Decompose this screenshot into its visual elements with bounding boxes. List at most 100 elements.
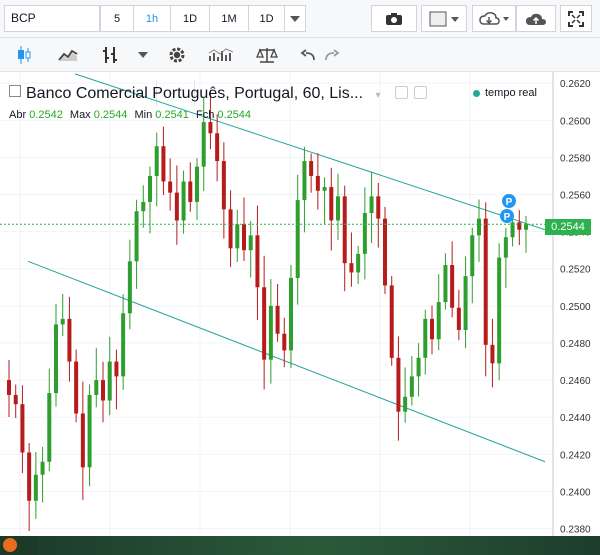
interval-1m[interactable]: 1M [209,5,249,32]
candle-down [114,361,119,377]
price-tick-label: 0.2420 [560,450,591,461]
high-label: Max [69,109,91,121]
price-tick-label: 0.2400 [560,487,591,498]
price-tick-label: 0.2380 [560,525,591,536]
candle-down [309,161,314,176]
candle-down [7,380,11,395]
compare-symbols-button[interactable] [250,41,284,69]
chevron-down-icon [290,15,300,22]
candle-up [40,461,45,475]
settings-icon[interactable] [414,86,428,99]
realtime-dot-icon [473,89,480,97]
symbol-input[interactable]: BCP [4,5,100,32]
candle-down [490,344,495,364]
line-chart-icon [58,49,78,61]
candle-up [362,213,367,254]
browser-icon[interactable] [3,538,17,552]
candles-style-button[interactable] [10,41,38,69]
price-chart[interactable]: 0.26200.26000.25800.25600.25400.25200.25… [0,72,600,536]
candle-up [470,235,475,277]
chart-toolbar [0,38,600,106]
candle-up [107,361,112,401]
interval-1h[interactable]: 1h [133,5,171,32]
open-value: 0.2542 [29,109,63,121]
candle-up [416,357,421,377]
candle-down [242,224,246,251]
chart-legend-title: Banco Comercial Português, Portugal, 60,… [9,85,428,103]
settings-button[interactable] [164,41,190,69]
candle-up [195,166,199,202]
compare-button[interactable] [421,5,467,32]
candle-down [215,133,220,162]
price-tick-label: 0.2560 [560,190,591,201]
high-value: 0.2544 [93,109,128,121]
candle-up [60,318,65,325]
candle-up [235,224,240,249]
price-tick-label: 0.2580 [560,153,591,164]
candle-up [463,276,468,330]
candle-down [315,175,320,191]
price-tick-label: 0.2620 [560,79,591,90]
price-tick-label: 0.2600 [560,116,591,127]
load-layout-button[interactable] [472,5,516,32]
candle-down [383,218,387,286]
ohlc-values: Abr 0.2542 Max 0.2544 Min 0.2541 Fch 0.2… [9,109,255,121]
candle-down [517,222,522,230]
area-style-button[interactable] [52,41,84,69]
candle-down [450,265,455,308]
candle-down [221,161,226,210]
interval-5[interactable]: 5 [100,5,134,32]
indicators-icon [208,48,234,61]
candle-down [430,318,434,340]
screenshot-button[interactable] [371,5,417,32]
candle-up [181,181,186,221]
candle-up [409,376,414,397]
candlestick-icon [18,46,31,64]
chart-pane[interactable]: 0.26200.26000.25800.25600.25400.25200.25… [0,72,600,536]
candle-down [27,452,32,501]
candle-up [503,237,508,258]
legend-menu-icon[interactable]: ▾ [376,90,381,101]
bars-style-button[interactable] [96,41,124,69]
scales-icon [256,48,278,63]
candle-down [74,361,79,414]
price-tick-label: 0.2500 [560,302,591,313]
candle-up [443,265,448,303]
candle-up [141,201,146,212]
price-tick-label: 0.2520 [560,265,591,276]
realtime-label: tempo real [485,87,537,99]
close-label: Fch [195,109,215,121]
interval-1d-alt[interactable]: 1D [248,5,285,32]
candle-up [302,161,307,201]
price-tick-label: 0.2440 [560,413,591,424]
candle-up [134,211,139,262]
interval-1d[interactable]: 1D [170,5,210,32]
candle-up [121,313,126,377]
candle-down [208,122,213,134]
event-marker-label: P [506,197,513,208]
fullscreen-button[interactable] [560,5,592,32]
candle-up [356,253,361,273]
gear-icon [169,47,185,63]
candle-up [423,318,428,358]
candle-down [376,196,381,219]
candle-down [188,181,193,202]
low-value: 0.2541 [155,109,189,121]
candle-up [336,196,340,221]
candle-down [20,404,25,453]
candle-down [174,192,179,221]
indicators-button[interactable] [204,41,238,69]
visibility-icon[interactable] [395,86,408,99]
cloud-upload-icon [526,13,546,25]
candle-down [67,318,72,362]
save-layout-button[interactable] [516,5,556,32]
chart-style-dropdown[interactable] [132,41,154,69]
collapse-legend-icon[interactable] [9,85,21,97]
candle-down [228,209,233,249]
redo-button[interactable] [320,41,344,69]
close-value: 0.2544 [217,109,252,121]
candle-down [396,357,401,412]
candle-down [342,196,347,264]
interval-dropdown[interactable] [284,5,306,32]
undo-button[interactable] [296,41,320,69]
